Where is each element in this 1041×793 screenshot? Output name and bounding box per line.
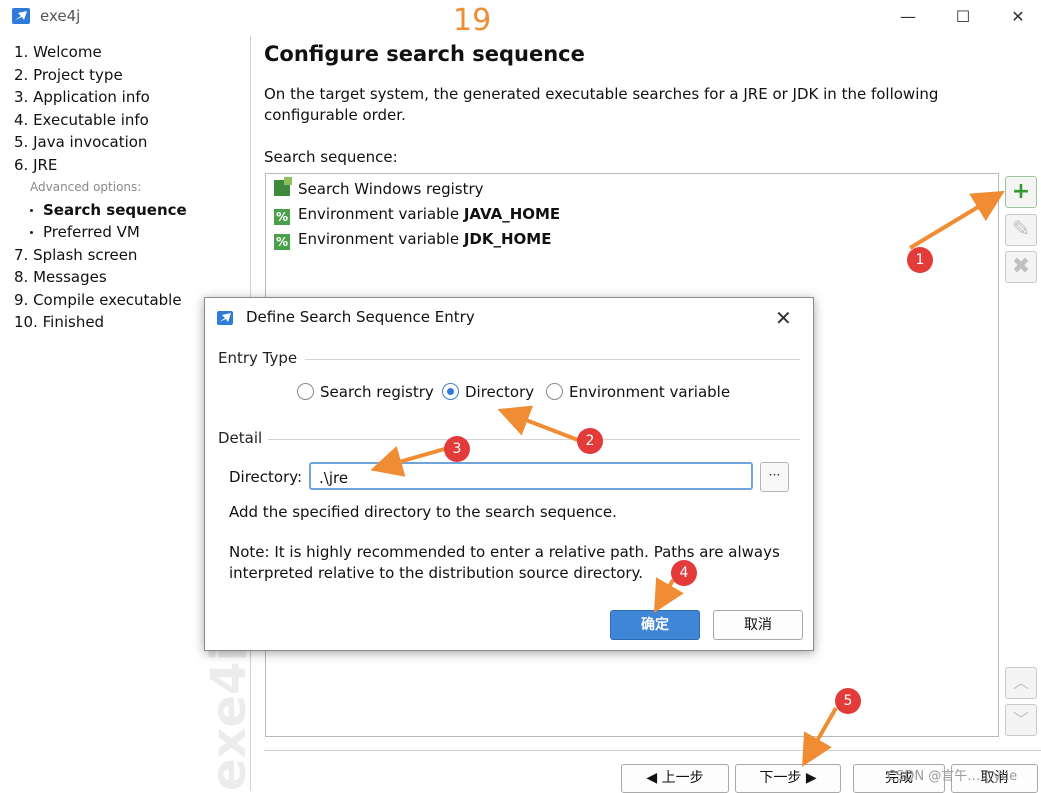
nav-step-executable-info[interactable]: 4. Executable info (14, 111, 149, 129)
directory-help-text: Add the specified directory to the searc… (229, 503, 617, 521)
step-badge-5: 5 (835, 688, 861, 714)
radio-environment-variable[interactable]: Environment variable (546, 383, 730, 401)
bullet-icon (30, 231, 33, 234)
ok-button[interactable]: 确定 (610, 610, 700, 640)
group-divider (268, 439, 800, 440)
nav-step-project-type[interactable]: 2. Project type (14, 66, 123, 84)
list-item[interactable]: Search Windows registry (274, 177, 484, 198)
registry-icon (274, 177, 292, 196)
add-entry-button[interactable]: + (1005, 176, 1037, 208)
directory-label: Directory: (229, 468, 303, 486)
search-sequence-label: Search sequence: (264, 148, 398, 166)
nav-sub-label: Search sequence (43, 201, 187, 219)
exe4j-watermark: exe4j (200, 650, 246, 791)
move-down-button[interactable]: ﹀ (1005, 704, 1037, 736)
next-button[interactable]: 下一步 ▶ (735, 764, 841, 793)
step-badge-4: 4 (671, 560, 697, 586)
nav-step-application-info[interactable]: 3. Application info (14, 88, 150, 106)
advanced-options-label: Advanced options: (30, 180, 142, 194)
directory-input[interactable]: .\jre (309, 462, 753, 490)
dialog-title: Define Search Sequence Entry (246, 308, 475, 326)
radio-circle-icon (546, 383, 563, 400)
step-badge-2: 2 (577, 428, 603, 454)
nav-step-compile-executable[interactable]: 9. Compile executable (14, 291, 182, 309)
nav-step-finished[interactable]: 10. Finished (14, 313, 104, 331)
define-search-sequence-dialog: Define Search Sequence Entry ✕ Entry Typ… (204, 297, 814, 651)
exe4j-app-icon (217, 311, 233, 325)
list-item[interactable]: % Environment variable JDK_HOME (274, 230, 551, 250)
step-badge-3: 3 (444, 436, 470, 462)
move-up-button[interactable]: ︿ (1005, 667, 1037, 699)
nav-step-messages[interactable]: 8. Messages (14, 268, 107, 286)
dialog-close-button[interactable]: ✕ (775, 306, 792, 330)
csdn-watermark: CSDN @言午……yue (887, 769, 1018, 784)
page-title: Configure search sequence (264, 42, 585, 66)
annotation-number: 19 (453, 3, 492, 38)
window-title: exe4j (40, 7, 81, 25)
radio-search-registry[interactable]: Search registry (297, 383, 434, 401)
detail-label: Detail (218, 429, 263, 447)
page-description: On the target system, the generated exec… (264, 85, 939, 124)
entry-type-label: Entry Type (218, 349, 298, 367)
radio-directory[interactable]: Directory (442, 383, 534, 401)
bullet-icon (30, 209, 33, 212)
nav-sub-search-sequence[interactable]: Search sequence (30, 201, 187, 219)
edit-entry-button[interactable]: ✎ (1005, 214, 1037, 246)
env-variable-icon: % (274, 209, 290, 225)
radio-circle-icon (297, 383, 314, 400)
remove-entry-button[interactable]: ✖ (1005, 251, 1037, 283)
footer-divider (264, 750, 1041, 751)
nav-sub-preferred-vm[interactable]: Preferred VM (30, 223, 140, 241)
note-text-line-1: Note: It is highly recommended to enter … (229, 543, 780, 561)
env-variable-icon: % (274, 234, 290, 250)
nav-step-splash-screen[interactable]: 7. Splash screen (14, 246, 137, 264)
title-bar (0, 0, 1041, 36)
nav-step-jre[interactable]: 6. JRE (14, 156, 57, 174)
exe4j-app-icon (12, 8, 30, 24)
note-text-line-2: interpreted relative to the distribution… (229, 564, 644, 582)
step-badge-1: 1 (907, 247, 933, 273)
list-item[interactable]: % Environment variable JAVA_HOME (274, 205, 560, 225)
nav-step-java-invocation[interactable]: 5. Java invocation (14, 133, 147, 151)
browse-button[interactable]: ··· (760, 462, 789, 492)
maximize-button[interactable]: ☐ (943, 4, 983, 30)
group-divider (305, 359, 800, 360)
dialog-cancel-button[interactable]: 取消 (713, 610, 803, 640)
nav-sub-label: Preferred VM (43, 223, 140, 241)
minimize-button[interactable]: — (888, 4, 928, 30)
close-window-button[interactable]: ✕ (998, 4, 1038, 30)
radio-selected-icon (442, 383, 459, 400)
nav-step-welcome[interactable]: 1. Welcome (14, 43, 102, 61)
back-button[interactable]: ◀ 上一步 (621, 764, 729, 793)
